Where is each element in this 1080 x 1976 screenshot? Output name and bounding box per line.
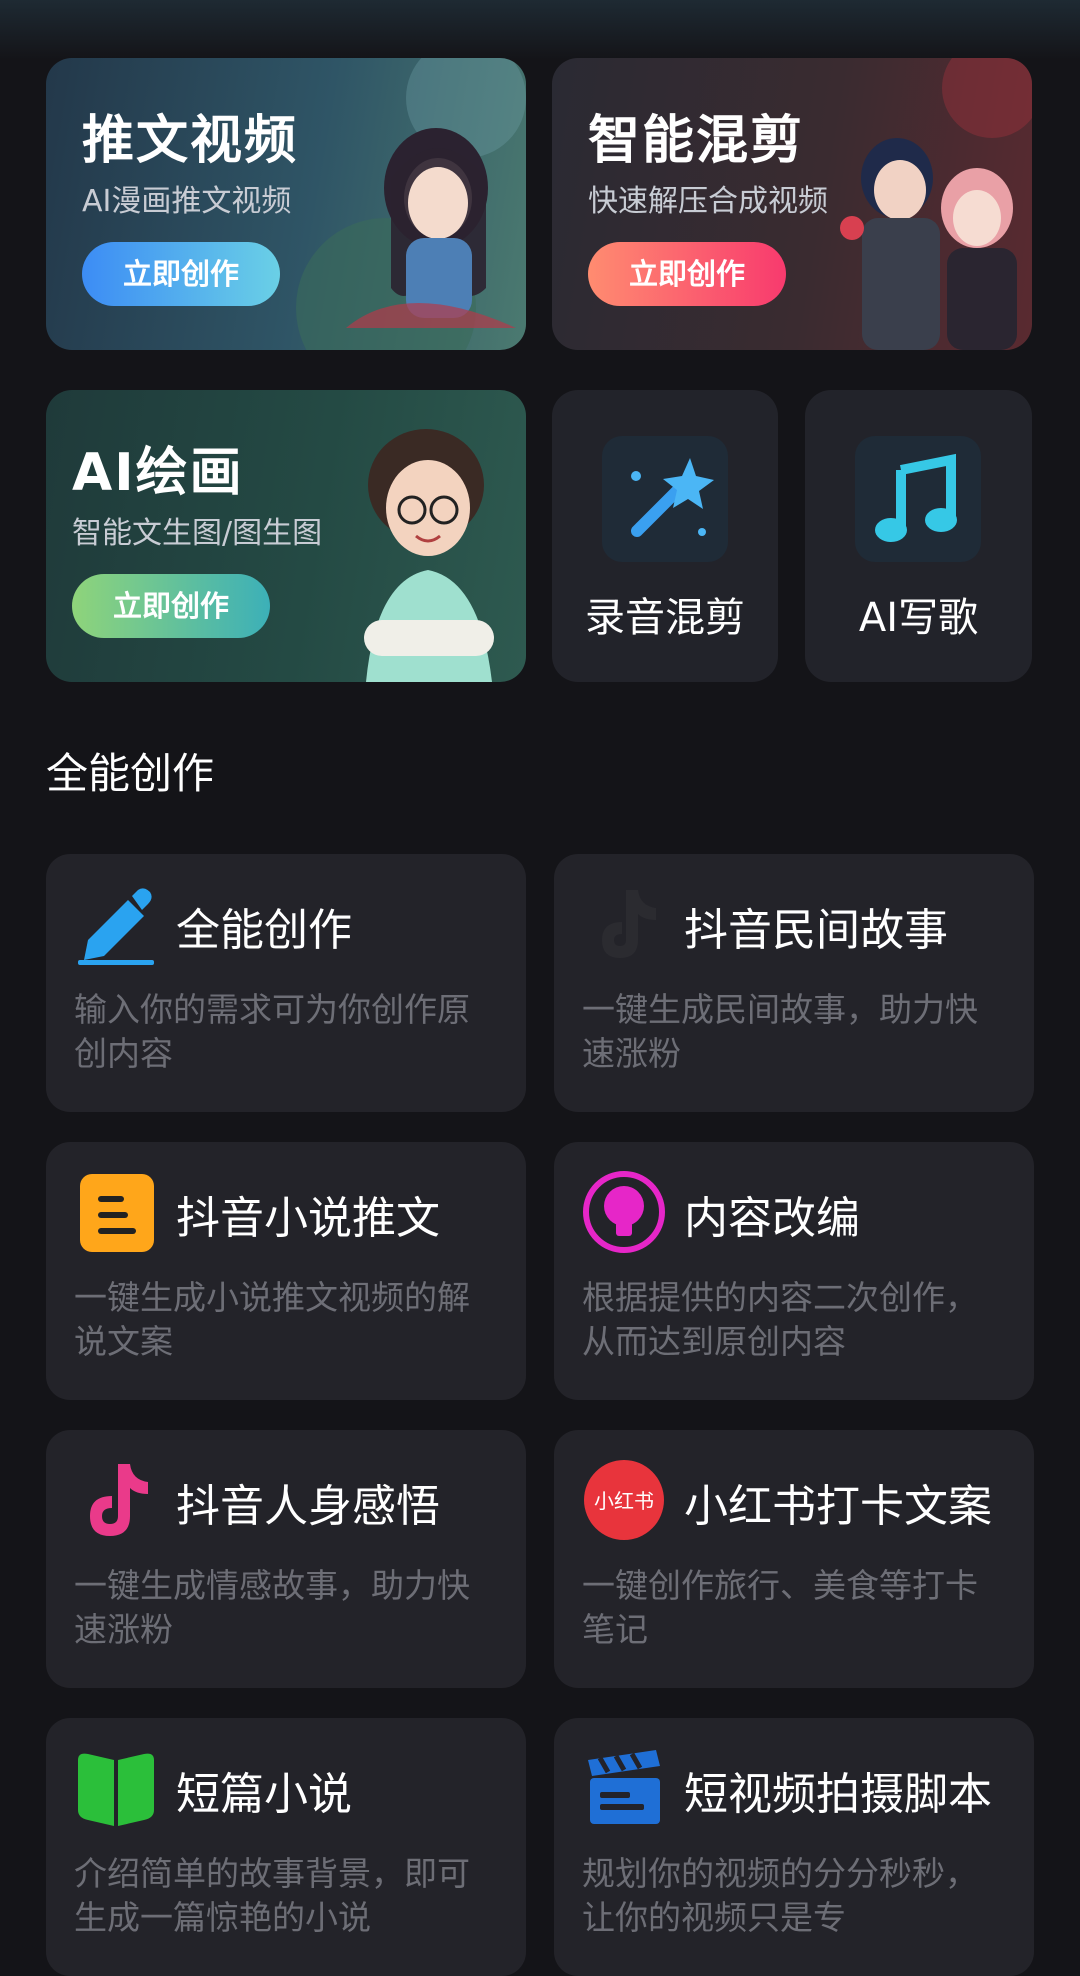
feature-card-all-round[interactable]: 全能创作 输入你的需求可为你创作原创内容 bbox=[46, 854, 526, 1112]
feature-card-folk-story[interactable]: 抖音民间故事 一键生成民间故事，助力快速涨粉 bbox=[554, 854, 1034, 1112]
hero-subtitle: AI漫画推文视频 bbox=[82, 184, 292, 219]
feature-title: 短视频拍摄脚本 bbox=[684, 1769, 992, 1820]
feature-description: 介绍简单的故事背景，即可生成一篇惊艳的小说 bbox=[74, 1854, 470, 1937]
feature-description: 输入你的需求可为你创作原创内容 bbox=[74, 990, 470, 1073]
hero-card-tuiwen[interactable]: 推文视频 AI漫画推文视频 立即创作 bbox=[46, 58, 526, 350]
feature-card-short-novel[interactable]: 短篇小说 介绍简单的故事背景，即可生成一篇惊艳的小说 bbox=[46, 1718, 526, 1976]
feature-description: 规划你的视频的分分秒秒，让你的视频只是专 bbox=[582, 1854, 978, 1937]
tool-card-recording-mix[interactable]: 录音混剪 bbox=[552, 390, 778, 682]
hero-title: 智能混剪 bbox=[588, 111, 805, 171]
hero-title: AI绘画 bbox=[72, 443, 244, 503]
feature-title: 抖音人身感悟 bbox=[176, 1481, 440, 1532]
feature-card-video-script[interactable]: 短视频拍摄脚本 规划你的视频的分分秒秒，让你的视频只是专 bbox=[554, 1718, 1034, 1976]
feature-title: 全能创作 bbox=[176, 905, 352, 956]
book-icon bbox=[78, 1753, 154, 1826]
feature-title: 短篇小说 bbox=[176, 1769, 352, 1820]
lightbulb-icon bbox=[583, 1171, 665, 1253]
document-icon bbox=[80, 1174, 154, 1252]
hero-subtitle: 快速解压合成视频 bbox=[588, 184, 828, 219]
tool-label: AI写歌 bbox=[858, 595, 979, 641]
hero-card-ai-drawing[interactable]: AI绘画 智能文生图/图生图 立即创作 bbox=[46, 390, 526, 682]
feature-description: 一键生成民间故事，助力快速涨粉 bbox=[582, 990, 978, 1073]
feature-title: 小红书打卡文案 bbox=[684, 1481, 992, 1532]
feature-title: 抖音民间故事 bbox=[684, 905, 948, 956]
feature-title: 抖音小说推文 bbox=[176, 1193, 440, 1244]
feature-description: 一键生成小说推文视频的解说文案 bbox=[74, 1278, 470, 1361]
feature-card-content-adapt[interactable]: 内容改编 根据提供的内容二次创作，从而达到原创内容 bbox=[554, 1142, 1034, 1400]
magic-wand-icon bbox=[602, 436, 728, 562]
tool-label: 录音混剪 bbox=[585, 595, 745, 641]
hero-subtitle: 智能文生图/图生图 bbox=[72, 516, 323, 551]
top-gradient bbox=[0, 0, 1080, 60]
hero-card-smart-mix[interactable]: 智能混剪 快速解压合成视频 立即创作 bbox=[552, 58, 1032, 350]
create-now-button[interactable]: 立即创作 bbox=[72, 574, 270, 638]
feature-card-life-insight[interactable]: 抖音人身感悟 一键生成情感故事，助力快速涨粉 bbox=[46, 1430, 526, 1688]
feature-description: 根据提供的内容二次创作，从而达到原创内容 bbox=[582, 1278, 978, 1361]
xiaohongshu-icon: 小红书 bbox=[584, 1460, 664, 1540]
section-title: 全能创作 bbox=[46, 749, 215, 798]
tool-card-ai-song[interactable]: AI写歌 bbox=[805, 390, 1032, 682]
clapperboard-icon bbox=[588, 1750, 660, 1824]
hero-title: 推文视频 bbox=[82, 111, 299, 171]
feature-title: 内容改编 bbox=[684, 1193, 860, 1244]
create-now-button[interactable]: 立即创作 bbox=[82, 242, 280, 306]
pencil-icon bbox=[78, 888, 154, 965]
create-now-button[interactable]: 立即创作 bbox=[588, 242, 786, 306]
feature-card-novel-promo[interactable]: 抖音小说推文 一键生成小说推文视频的解说文案 bbox=[46, 1142, 526, 1400]
music-note-icon bbox=[855, 436, 981, 562]
feature-description: 一键创作旅行、美食等打卡笔记 bbox=[582, 1566, 978, 1649]
tiktok-icon bbox=[90, 1464, 148, 1536]
feature-card-xiaohongshu[interactable]: 小红书 小红书打卡文案 一键创作旅行、美食等打卡笔记 bbox=[554, 1430, 1034, 1688]
feature-description: 一键生成情感故事，助力快速涨粉 bbox=[74, 1566, 470, 1649]
xiaohongshu-icon-text: 小红书 bbox=[594, 1489, 654, 1513]
tiktok-icon bbox=[602, 890, 656, 958]
